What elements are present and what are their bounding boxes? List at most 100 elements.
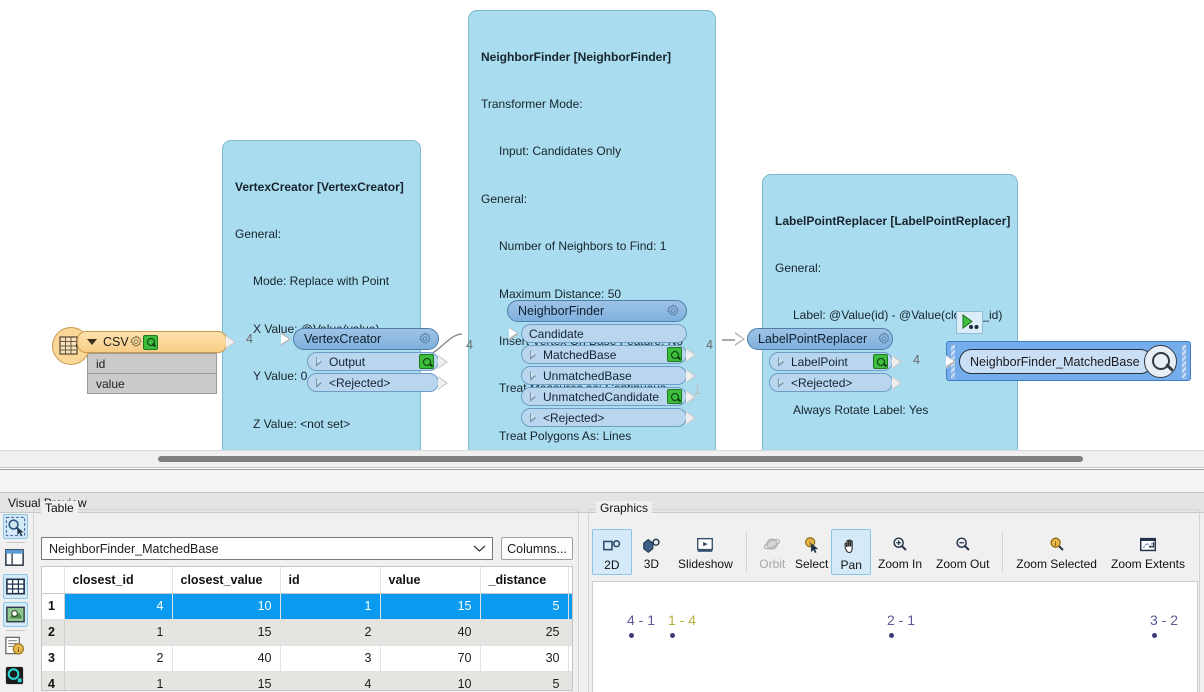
neighborfinder-node[interactable]: NeighborFinder Candidate MatchedBase Unm…: [507, 300, 696, 427]
inspect-magnifier-icon[interactable]: [142, 334, 158, 350]
port-rejected[interactable]: <Rejected>: [769, 373, 902, 392]
tool-orbit[interactable]: Orbit: [753, 529, 792, 575]
tool-select[interactable]: i Select: [792, 529, 831, 575]
inspect-magnifier-icon[interactable]: [667, 347, 682, 362]
table-cell[interactable]: 70: [380, 645, 481, 672]
table-cell[interactable]: 2: [280, 619, 381, 646]
output-port-arrow-icon: [226, 335, 236, 349]
feature-point[interactable]: [889, 633, 894, 638]
table-cell[interactable]: 10: [380, 671, 481, 690]
table-cell[interactable]: [568, 671, 572, 690]
table-cell[interactable]: 1: [64, 671, 173, 690]
table-view-icon[interactable]: [3, 574, 28, 599]
inspect-magnifier-icon[interactable]: [667, 389, 682, 404]
table-header-cell[interactable]: _: [568, 567, 572, 594]
scrollbar-thumb[interactable]: [158, 456, 1083, 462]
graphics-canvas[interactable]: 4 - 1 1 - 4 2 - 1 3 - 2: [592, 581, 1198, 692]
gear-icon[interactable]: [418, 332, 432, 346]
vertexcreator-header[interactable]: VertexCreator: [281, 328, 439, 350]
tool-label: Select: [794, 557, 829, 571]
port-rejected[interactable]: <Rejected>: [307, 373, 448, 392]
table-cell[interactable]: 4: [64, 593, 173, 620]
magnifier-icon[interactable]: [1144, 345, 1177, 378]
port-output[interactable]: Output: [307, 352, 448, 371]
tool-slideshow[interactable]: Slideshow: [671, 529, 740, 575]
graphics-toolbar[interactable]: 2D 3D Slideshow Orbit i Select Pan Zoom …: [592, 529, 1192, 577]
table-cell[interactable]: 15: [172, 671, 281, 690]
tool-pan[interactable]: Pan: [831, 529, 872, 575]
feature-count: 4: [913, 353, 920, 367]
port-matchedbase[interactable]: MatchedBase: [521, 345, 696, 364]
table-header-cell[interactable]: id: [280, 567, 381, 594]
port-labelpoint[interactable]: LabelPoint: [769, 352, 902, 371]
table-cell[interactable]: 1: [280, 593, 381, 620]
table-cell[interactable]: 40: [172, 645, 281, 672]
table-header-cell[interactable]: closest_id: [64, 567, 173, 594]
inspect-magnifier-icon[interactable]: [873, 354, 888, 369]
visual-preview-icon-rail[interactable]: i: [0, 514, 30, 692]
tool-2d[interactable]: 2D: [592, 529, 632, 575]
table-cell[interactable]: 15: [172, 619, 281, 646]
table-cell[interactable]: [568, 645, 572, 672]
run-from-here-icon[interactable]: [956, 311, 983, 334]
table-cell[interactable]: [568, 619, 572, 646]
writer-label-container[interactable]: NeighborFinder_MatchedBase: [946, 349, 1156, 374]
canvas-horizontal-scrollbar[interactable]: [0, 450, 1204, 467]
table-cell[interactable]: 40: [380, 619, 481, 646]
csv-reader-header[interactable]: CSV: [77, 331, 236, 353]
inspect-tool-icon[interactable]: [3, 514, 28, 539]
table-row[interactable]: 2 1 15 2 40 25: [42, 619, 572, 646]
tool-zoom-selected[interactable]: i Zoom Selected: [1009, 529, 1104, 575]
feature-point[interactable]: [629, 633, 634, 638]
layout-panel-icon[interactable]: [3, 546, 28, 571]
graphics-view-icon[interactable]: [3, 602, 28, 627]
neighborfinder-header[interactable]: NeighborFinder: [507, 300, 687, 322]
table-cell[interactable]: 15: [380, 593, 481, 620]
inspect-magnifier-icon[interactable]: [419, 354, 434, 369]
table-cell[interactable]: 25: [480, 619, 569, 646]
columns-button[interactable]: Columns...: [501, 537, 573, 560]
table-cell[interactable]: 30: [480, 645, 569, 672]
table-cell[interactable]: [568, 593, 572, 620]
feature-point[interactable]: [1152, 633, 1157, 638]
vertexcreator-node[interactable]: VertexCreator Output <Rejected>: [281, 328, 448, 392]
port-unmatchedcandidate[interactable]: UnmatchedCandidate: [521, 387, 696, 406]
preview-table[interactable]: closest_id closest_value id value _dista…: [41, 566, 573, 691]
feature-point[interactable]: [670, 633, 675, 638]
chevron-down-icon[interactable]: [473, 542, 486, 556]
table-row[interactable]: 3 2 40 3 70 30: [42, 645, 572, 672]
gear-icon[interactable]: [666, 304, 680, 318]
tool-zoom-extents[interactable]: Zoom Extents: [1104, 529, 1192, 575]
tool-zoom-in[interactable]: Zoom In: [871, 529, 929, 575]
gear-icon[interactable]: [877, 332, 891, 346]
table-cell[interactable]: 4: [280, 671, 381, 690]
gear-icon[interactable]: [129, 335, 143, 349]
table-cell[interactable]: 2: [64, 645, 173, 672]
port-candidate[interactable]: Candidate: [509, 324, 687, 343]
table-cell[interactable]: 10: [172, 593, 281, 620]
table-row[interactable]: 4 1 15 4 10 5: [42, 671, 572, 690]
table-cell[interactable]: 3: [280, 645, 381, 672]
writer-node-neighborfinder-matchedbase[interactable]: NeighborFinder_MatchedBase: [946, 341, 1191, 381]
tool-3d[interactable]: 3D: [632, 529, 671, 575]
table-header-cell[interactable]: closest_value: [172, 567, 281, 594]
port-rejected[interactable]: <Rejected>: [521, 408, 696, 427]
feature-info-icon[interactable]: i: [3, 634, 28, 659]
labelpointreplacer-node[interactable]: LabelPointReplacer LabelPoint <Rejected>: [735, 328, 902, 392]
table-header-cell[interactable]: value: [380, 567, 481, 594]
table-cell[interactable]: 5: [480, 671, 569, 690]
table-row[interactable]: 1 4 10 1 15 5: [42, 593, 572, 620]
table-header-cell[interactable]: _distance: [480, 567, 569, 594]
labelpointreplacer-header[interactable]: LabelPointReplacer: [735, 328, 893, 350]
svg-text:i: i: [1054, 539, 1056, 547]
settings-dark-icon[interactable]: [3, 664, 28, 689]
tool-label: Zoom Selected: [1016, 557, 1097, 571]
port-unmatchedbase[interactable]: UnmatchedBase: [521, 366, 696, 385]
resize-grip-right[interactable]: [1182, 345, 1186, 379]
tool-zoom-out[interactable]: Zoom Out: [929, 529, 996, 575]
dataset-dropdown[interactable]: NeighborFinder_MatchedBase: [41, 537, 493, 560]
table-cell[interactable]: 1: [64, 619, 173, 646]
collapse-triangle-icon[interactable]: [87, 339, 97, 345]
workflow-canvas[interactable]: VertexCreator [VertexCreator] General: M…: [0, 0, 1204, 468]
table-cell[interactable]: 5: [480, 593, 569, 620]
